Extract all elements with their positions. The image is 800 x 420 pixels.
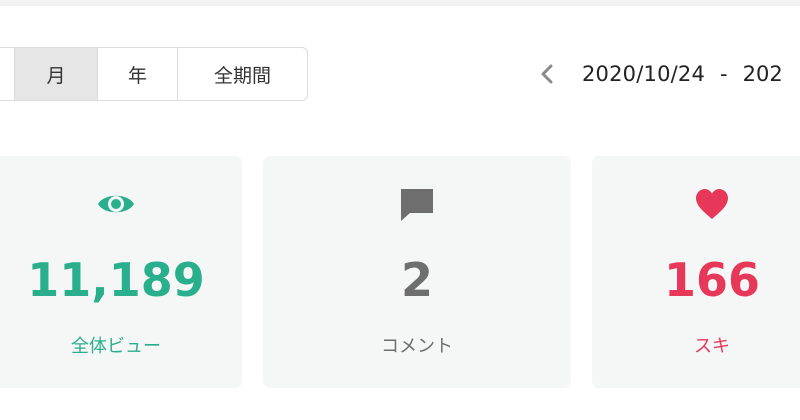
tab-week[interactable] bbox=[0, 48, 15, 100]
heart-icon bbox=[592, 186, 800, 222]
comments-label: コメント bbox=[381, 336, 453, 357]
likes-count: 166 bbox=[663, 253, 761, 307]
tab-all-time-label: 全期間 bbox=[213, 64, 271, 87]
stats-dashboard: 月 年 全期間 2020/10/24 - 202 11,189 全体ビュー 2 … bbox=[0, 0, 800, 420]
views-count: 11,189 bbox=[27, 253, 205, 307]
chevron-left-icon[interactable] bbox=[536, 56, 558, 92]
comment-icon bbox=[263, 186, 571, 222]
tab-month[interactable]: 月 bbox=[15, 48, 98, 100]
tab-all-time[interactable]: 全期間 bbox=[178, 48, 307, 100]
stat-card-views: 11,189 全体ビュー bbox=[0, 156, 242, 388]
stat-card-likes: 166 スキ bbox=[592, 156, 800, 388]
tab-year[interactable]: 年 bbox=[98, 48, 178, 100]
stat-card-comments: 2 コメント bbox=[263, 156, 571, 388]
date-range-nav: 2020/10/24 - 202 bbox=[536, 56, 783, 92]
eye-icon bbox=[0, 186, 242, 222]
tab-month-label: 月 bbox=[46, 64, 66, 87]
period-selector: 月 年 全期間 bbox=[0, 47, 308, 101]
likes-label: スキ bbox=[694, 336, 730, 357]
top-strip bbox=[0, 0, 800, 6]
date-range-start: 2020/10/24 bbox=[582, 62, 706, 86]
date-range-separator: - bbox=[720, 62, 728, 86]
views-label: 全体ビュー bbox=[71, 336, 161, 357]
tab-year-label: 年 bbox=[127, 64, 147, 87]
comments-count: 2 bbox=[400, 253, 433, 307]
date-range-end: 202 bbox=[742, 62, 783, 86]
